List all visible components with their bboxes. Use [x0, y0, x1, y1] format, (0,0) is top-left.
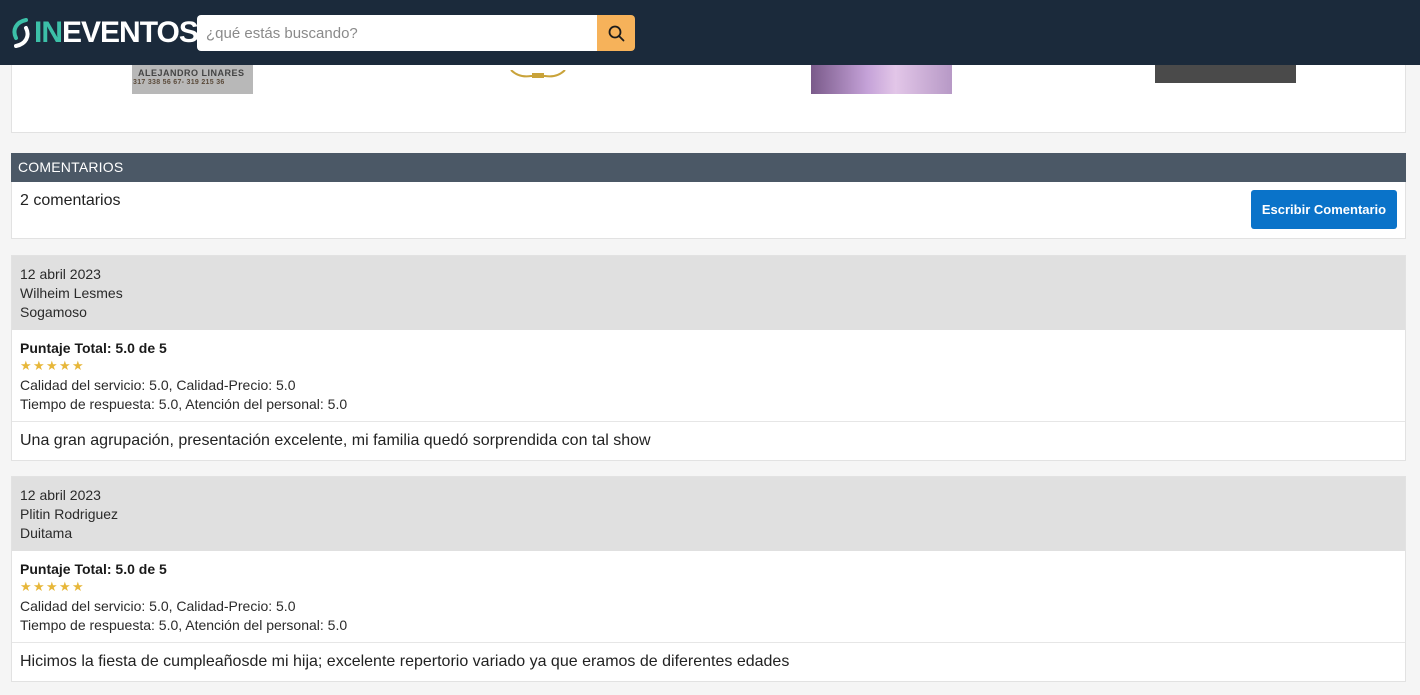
logo-swirl-icon [12, 18, 30, 48]
review-total-score: Puntaje Total: 5.0 de 5 [20, 340, 167, 356]
review-score-line: Tiempo de respuesta: 5.0, Atención del p… [20, 617, 348, 633]
star-icon: ★ [20, 358, 32, 373]
search-icon [608, 25, 624, 41]
review-card: 12 abril 2023 Plitin Rodriguez Duitama P… [11, 476, 1406, 682]
review-score-line: Calidad del servicio: 5.0, Calidad-Preci… [20, 598, 296, 614]
review-score-line: Tiempo de respuesta: 5.0, Atención del p… [20, 396, 348, 412]
search-bar [197, 15, 635, 51]
star-icon: ★ [46, 358, 58, 373]
star-icon: ★ [59, 579, 71, 594]
comments-count: 2 comentarios [20, 192, 121, 209]
gallery-thumbnail-4[interactable] [1155, 63, 1296, 83]
write-comment-button[interactable]: Escribir Comentario [1251, 190, 1397, 229]
review-card: 12 abril 2023 Wilheim Lesmes Sogamoso Pu… [11, 255, 1406, 461]
review-city: Duitama [20, 525, 73, 541]
comments-section-header: COMENTARIOS [11, 153, 1406, 182]
thumbnail-caption: ALEJANDRO LINARES [138, 68, 245, 78]
star-icon: ★ [72, 579, 84, 594]
gold-emblem-icon [510, 69, 566, 78]
star-icon: ★ [72, 358, 84, 373]
star-icon: ★ [46, 579, 58, 594]
logo-text-in: IN [34, 16, 63, 49]
review-author: Plitin Rodriguez [20, 506, 119, 522]
star-icon: ★ [33, 579, 45, 594]
review-scores: Puntaje Total: 5.0 de 5 ★ ★ ★ ★ ★ Calidad de… [12, 551, 1405, 643]
review-meta: 12 abril 2023 Wilheim Lesmes Sogamoso [12, 256, 1405, 330]
comments-summary-bar: 2 comentarios Escribir Comentario [11, 182, 1406, 239]
review-total-score: Puntaje Total: 5.0 de 5 [20, 561, 167, 577]
star-rating: ★ ★ ★ ★ ★ [20, 579, 1397, 595]
star-rating: ★ ★ ★ ★ ★ [20, 358, 1397, 374]
review-text: Una gran agrupación, presentación excele… [20, 432, 651, 449]
gallery-thumbnail-2[interactable] [509, 66, 567, 78]
gallery-thumbnail-1[interactable]: ALEJANDRO LINARES 317 338 56 67- 319 215… [132, 61, 253, 94]
review-scores: Puntaje Total: 5.0 de 5 ★ ★ ★ ★ ★ Calidad de… [12, 330, 1405, 422]
gallery-thumbnail-3[interactable] [811, 61, 952, 94]
review-date: 12 abril 2023 [20, 266, 101, 282]
logo-text-eventos: EVENTOS [62, 16, 199, 49]
review-city: Sogamoso [20, 304, 87, 320]
thumbnail-phone: 317 338 56 67- 319 215 36 [133, 79, 225, 86]
star-icon: ★ [20, 579, 32, 594]
star-icon: ★ [33, 358, 45, 373]
review-meta: 12 abril 2023 Plitin Rodriguez Duitama [12, 477, 1405, 551]
top-navigation-bar: INEVENTOS [0, 0, 1420, 65]
ineventos-logo[interactable]: INEVENTOS [10, 15, 199, 51]
review-date: 12 abril 2023 [20, 487, 101, 503]
search-input[interactable] [197, 15, 597, 51]
review-author: Wilheim Lesmes [20, 285, 123, 301]
review-score-line: Calidad del servicio: 5.0, Calidad-Preci… [20, 377, 296, 393]
search-button[interactable] [597, 15, 635, 51]
review-text: Hicimos la fiesta de cumpleañosde mi hij… [20, 653, 790, 670]
star-icon: ★ [59, 358, 71, 373]
